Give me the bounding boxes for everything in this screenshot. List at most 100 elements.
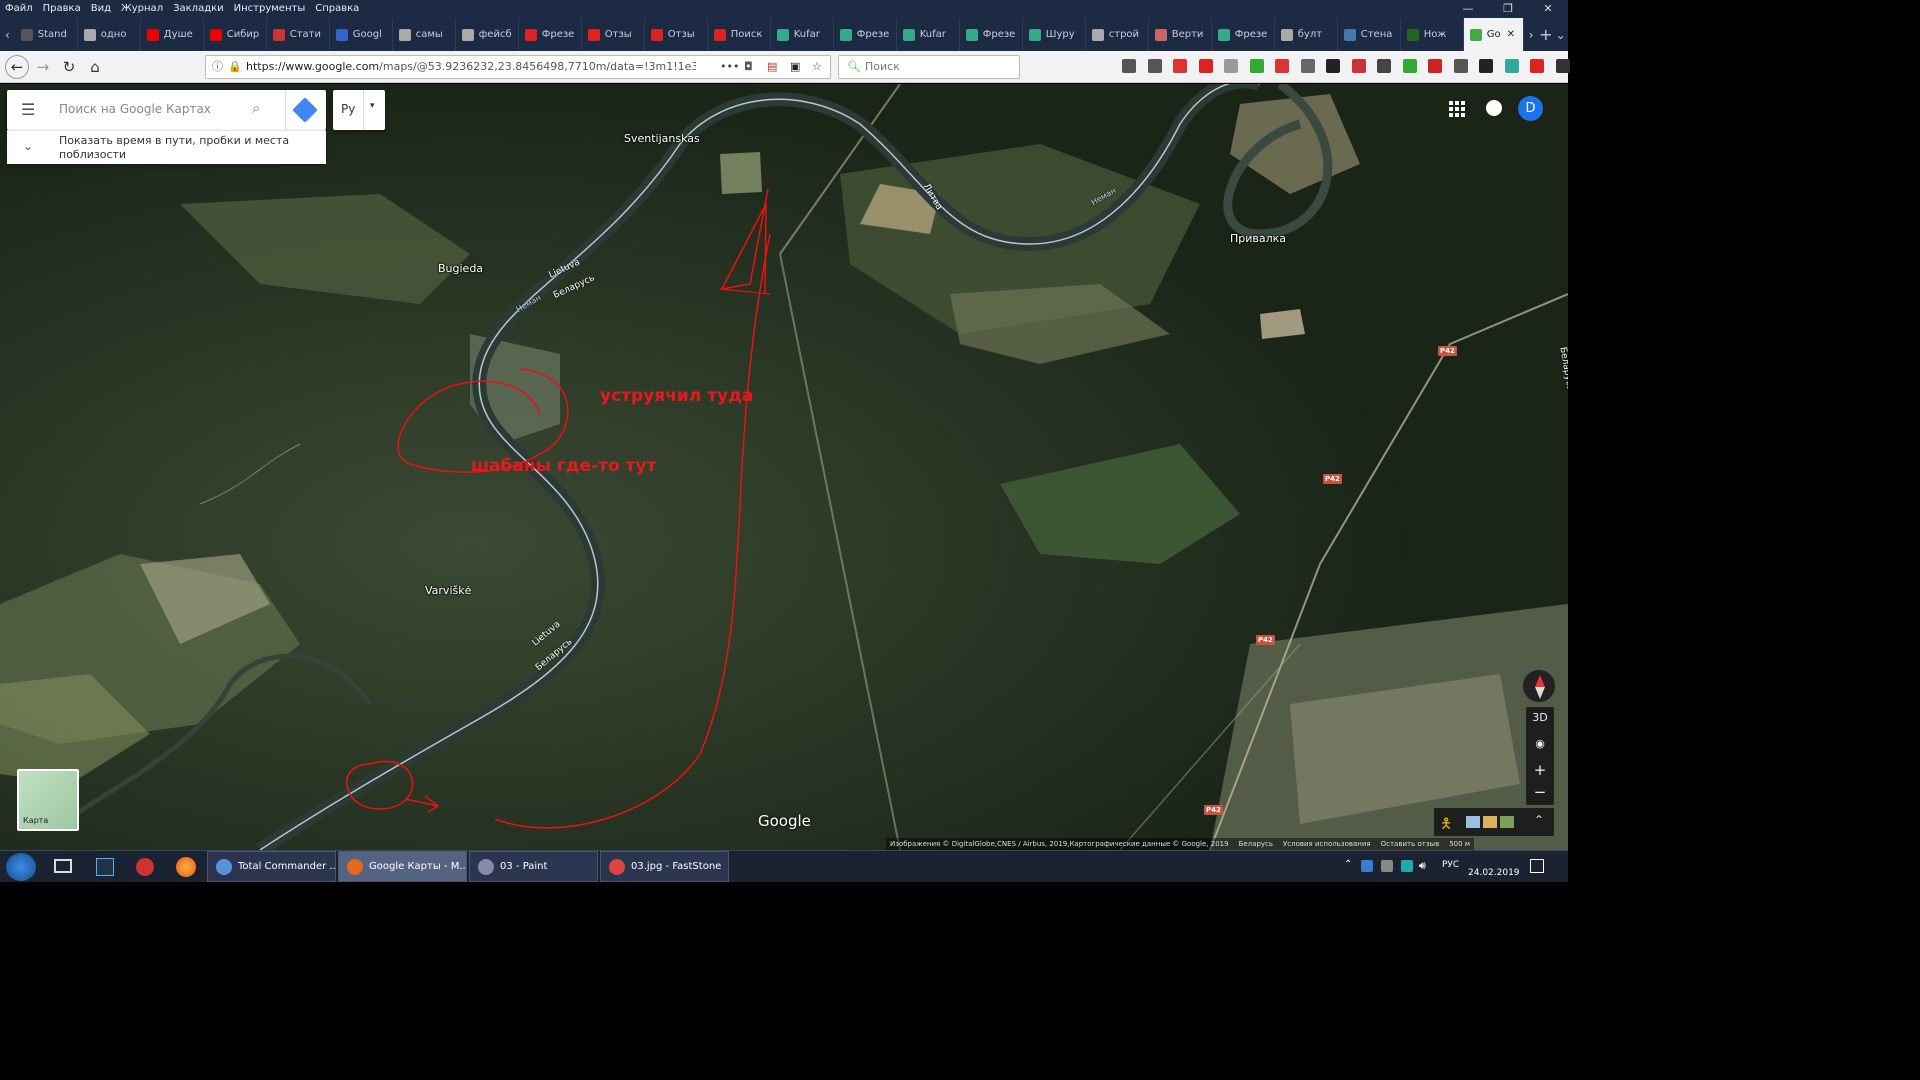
back-icon[interactable]: ← [5,55,29,79]
street-view-pegman-icon[interactable]: 🯅 [1440,813,1452,837]
tilt-3d-button[interactable]: 3D [1526,707,1554,729]
extension-icon[interactable] [1224,59,1238,73]
home-icon[interactable]: ⌂ [84,56,106,78]
extension-icon[interactable] [1555,59,1570,73]
browser-tab[interactable]: Stand [15,18,78,51]
menu-tools[interactable]: Инструменты [229,0,311,18]
extension-icon[interactable] [1453,59,1468,73]
browser-tab[interactable]: Стена [1338,18,1401,51]
scroll-tabs-right-icon[interactable]: › [1524,28,1539,42]
browser-tab[interactable]: Go ✕ [1463,18,1524,51]
notifications-icon[interactable] [1486,100,1502,116]
extension-icon[interactable] [1504,59,1519,73]
extension-icon[interactable] [1122,59,1136,73]
directions-icon[interactable] [292,97,318,123]
apps-grid-icon[interactable] [1448,100,1466,118]
photo-thumb-icon[interactable] [1500,816,1514,828]
extension-icon[interactable] [1300,59,1315,73]
browser-tab[interactable]: одно [78,18,141,51]
menu-view[interactable]: Вид [86,0,116,18]
tray-app-icon[interactable] [1401,860,1413,872]
scroll-tabs-left-icon[interactable]: ‹ [0,28,15,42]
app-icon[interactable] [96,858,114,876]
menu-icon[interactable]: ☰ [21,100,35,119]
menu-edit[interactable]: Правка [38,0,86,18]
browser-tab[interactable]: Googl [330,18,393,51]
taskbar-item[interactable]: Google Карты - M... [338,851,467,882]
browser-tab[interactable]: Душе [141,18,204,51]
travel-info-toggle[interactable]: ⌄ Показать время в пути, пробки и места … [7,130,326,164]
browser-search-input[interactable]: 🔍︎ Поиск [838,55,1020,79]
browser-tab[interactable]: фейсб [456,18,519,51]
browser-tab[interactable]: Сибир [204,18,267,51]
browser-tab[interactable]: Kufar [771,18,834,51]
chevron-up-icon[interactable]: ⌃ [1534,813,1544,827]
new-tab-icon[interactable]: + [1539,25,1554,44]
photo-thumb-icon[interactable] [1483,816,1497,828]
extension-icon[interactable] [1428,59,1442,73]
browser-tab[interactable]: Фрезе [1212,18,1275,51]
browser-tab[interactable]: Шуру [1023,18,1086,51]
browser-tab[interactable]: строй [1086,18,1149,51]
terms-link[interactable]: Условия использования [1283,838,1371,850]
extension-icon[interactable] [1351,59,1366,73]
action-center-icon[interactable] [1530,859,1544,873]
extension-icon[interactable] [1530,59,1544,73]
close-window-button[interactable]: ✕ [1528,0,1568,18]
menu-file[interactable]: Файл [0,0,38,18]
feedback-link[interactable]: Оставить отзыв [1381,838,1440,850]
minimize-button[interactable]: — [1448,0,1488,18]
restore-button[interactable]: ❐ [1488,0,1528,18]
taskbar-item[interactable]: Total Commander ... [207,851,336,882]
place-label-sventijanskas[interactable]: Sventijanskas [624,132,700,145]
my-location-icon[interactable]: ◉ [1526,733,1554,755]
reload-icon[interactable]: ↻ [58,56,80,78]
extension-icon[interactable] [1249,59,1264,73]
menu-history[interactable]: Журнал [116,0,168,18]
browser-tab[interactable]: Поиск [708,18,771,51]
clock[interactable]: 024.02.2019 [1468,854,1520,880]
menu-help[interactable]: Справка [310,0,364,18]
pocket-icon[interactable]: ◘ [744,56,753,78]
browser-tab[interactable]: Нож [1401,18,1464,51]
network-icon[interactable] [1381,860,1393,872]
zoom-out-button[interactable]: − [1526,781,1554,803]
search-icon[interactable]: ⌕ [252,99,260,117]
browser-tab[interactable]: булт [1275,18,1338,51]
bookmark-star-icon[interactable]: ☆ [812,56,822,78]
browser-tab[interactable]: Фрезе [834,18,897,51]
place-label-varviske[interactable]: Varviškė [425,584,471,597]
tray-app-icon[interactable] [1361,860,1373,872]
layers-thumbnail[interactable]: Карта [17,769,79,831]
browser-tab[interactable]: Kufar [897,18,960,51]
save-icon[interactable]: ▣ [790,56,800,78]
scale-label[interactable]: 500 м [1449,838,1470,850]
show-hidden-icons-icon[interactable]: ⌃ [1344,859,1352,870]
input-language[interactable]: РУС [1442,860,1459,870]
browser-tab[interactable]: самы [393,18,456,51]
close-tab-icon[interactable]: ✕ [1507,29,1515,40]
browser-tab[interactable]: Фрезе [519,18,582,51]
extension-icon[interactable] [1147,59,1162,73]
start-button[interactable] [6,853,36,881]
satellite-map[interactable]: Sventijanskas Bugieda Varviškė Привалка … [0,84,1568,850]
maps-search-input[interactable]: Поиск на Google Картах [59,102,211,116]
menu-bookmarks[interactable]: Закладки [168,0,229,18]
extension-icon[interactable] [1479,59,1493,73]
info-icon[interactable]: ⓘ [212,56,223,78]
browser-tab[interactable]: Фрезе [960,18,1023,51]
forward-icon[interactable]: → [32,56,54,78]
extension-icon[interactable] [1326,59,1340,73]
place-label-bugieda[interactable]: Bugieda [438,262,483,275]
app-icon[interactable] [136,858,154,876]
list-tabs-icon[interactable]: ⌄ [1553,28,1568,42]
extension-icon[interactable] [1275,59,1289,73]
browser-tab[interactable]: Стати [267,18,330,51]
url-bar[interactable]: ⓘ 🔒 https://www.google.com/maps/@53.9236… [205,55,831,79]
language-select[interactable]: Ру ▾ [333,90,385,130]
browser-tab[interactable]: Отзы [582,18,645,51]
task-view-icon[interactable] [54,859,72,873]
page-actions-icon[interactable]: ••• [720,56,739,78]
taskbar-item[interactable]: 03.jpg - FastStone [600,851,729,882]
extension-icon[interactable] [1198,59,1213,73]
